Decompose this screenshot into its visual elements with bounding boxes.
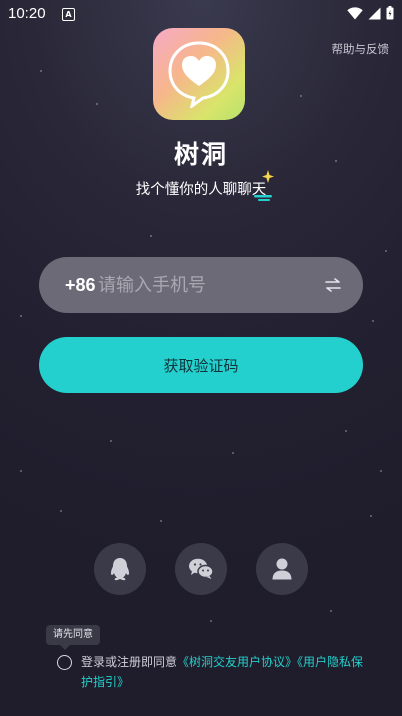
heart-chat-icon xyxy=(168,41,230,108)
sparkle-icon xyxy=(254,170,274,201)
country-code-selector[interactable]: +86 xyxy=(65,275,96,296)
cell-signal-icon xyxy=(368,7,381,19)
qq-penguin-icon xyxy=(110,558,130,581)
wechat-icon xyxy=(189,558,214,579)
slogan: 找个懂你的人聊聊天 xyxy=(135,182,267,198)
status-icons xyxy=(347,6,394,20)
account-login-button[interactable] xyxy=(256,543,308,595)
get-verification-code-button[interactable]: 获取验证码 xyxy=(39,337,363,393)
notification-icon: A xyxy=(62,8,75,21)
user-agreement-link[interactable]: 《树洞交友用户协议》 xyxy=(177,655,297,669)
status-time: 10:20 xyxy=(8,5,46,22)
agreement-prefix: 登录或注册即同意 xyxy=(81,655,178,669)
user-icon xyxy=(272,558,292,580)
qq-login-button[interactable] xyxy=(94,543,146,595)
app-name: 树洞 xyxy=(173,140,228,169)
wifi-icon xyxy=(347,6,363,19)
agreement-text: 登录或注册即同意《树洞交友用户协议》《用户隐私保护指引》 xyxy=(81,652,371,692)
wechat-login-button[interactable] xyxy=(175,543,227,595)
agreement-checkbox[interactable] xyxy=(57,655,72,670)
phone-input-field: +86 xyxy=(39,257,363,313)
app-logo xyxy=(153,28,245,120)
swap-icon[interactable] xyxy=(325,278,341,292)
battery-icon xyxy=(386,6,394,20)
status-bar: 10:20 A xyxy=(0,0,402,28)
phone-input[interactable] xyxy=(96,273,325,297)
help-feedback-link[interactable]: 帮助与反馈 xyxy=(332,41,390,57)
agree-first-tooltip: 请先同意 xyxy=(46,625,100,650)
